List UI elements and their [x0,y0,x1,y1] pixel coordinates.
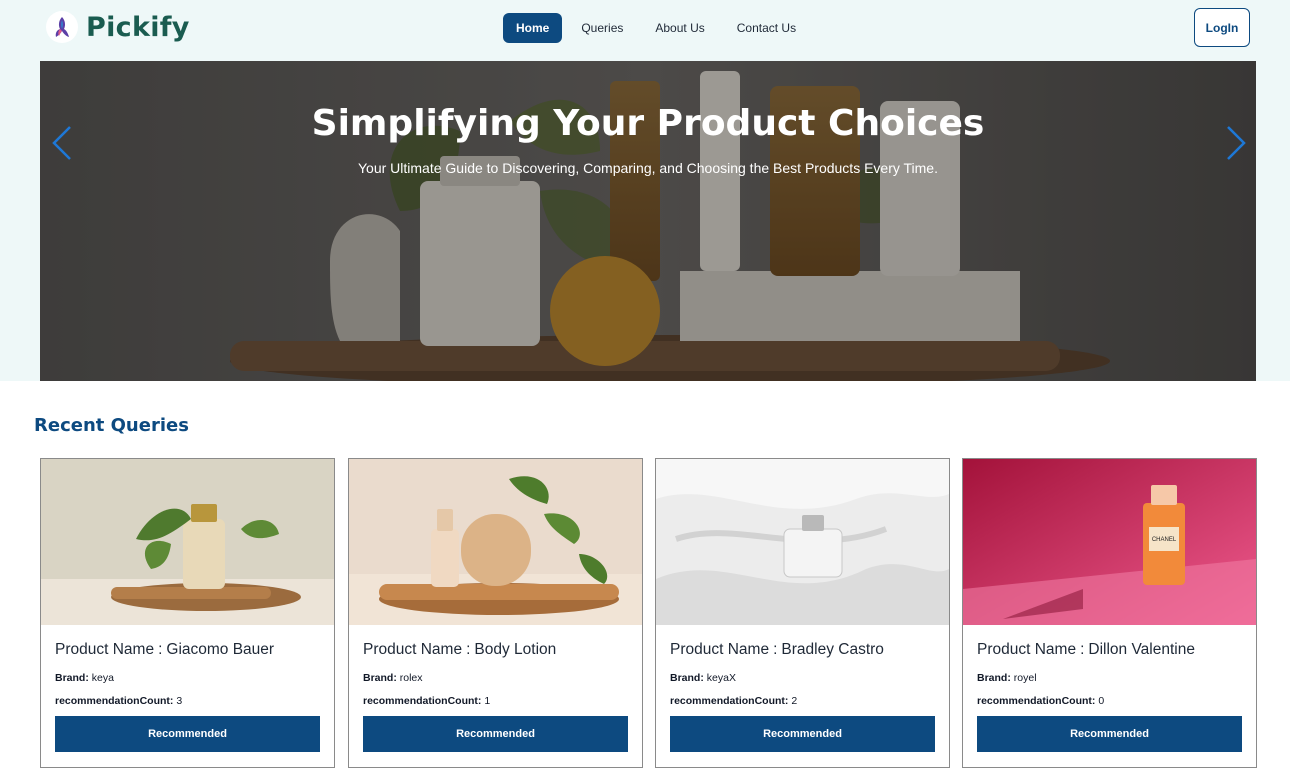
brand-name: Pickify [86,11,190,43]
card-brand: Brand: keya [55,672,114,684]
product-card: CHANEL Product Name: Dillon Valentine Bra… [962,458,1257,768]
card-title: Product Name: Giacomo Bauer [55,641,275,658]
hummingbird-icon [46,11,78,43]
nav-link-about-us[interactable]: About Us [642,13,717,43]
brand[interactable]: Pickify [46,11,190,43]
product-card: Product Name: Body Lotion Brand: rolex re… [348,458,643,768]
recent-queries-title: Recent Queries [34,415,189,436]
card-title: Product Name: Body Lotion [363,641,557,658]
card-recommendation-count: recommendationCount: 1 [363,695,491,707]
product-name: Bradley Castro [781,641,884,658]
product-image [41,459,334,625]
hero-subtitle: Your Ultimate Guide to Discovering, Comp… [358,160,938,176]
card-title: Product Name: Bradley Castro [670,641,884,658]
navbar: Pickify Home Queries About Us Contact Us… [0,0,1290,61]
recommended-button[interactable]: Recommended [977,716,1242,752]
bottle-label: CHANEL [1152,537,1177,543]
hero-title: Simplifying Your Product Choices [311,103,985,144]
product-name: Dillon Valentine [1088,641,1195,658]
card-recommendation-count: recommendationCount: 3 [55,695,183,707]
recommended-button[interactable]: Recommended [363,716,628,752]
card-brand: Brand: rolex [363,672,423,684]
product-image [656,459,949,625]
product-card: Product Name: Giacomo Bauer Brand: keya r… [40,458,335,768]
product-name: Giacomo Bauer [166,641,275,658]
card-recommendation-count: recommendationCount: 0 [977,695,1105,707]
card-brand: Brand: keyaX [670,672,736,684]
product-image [349,459,642,625]
nav-links: Home Queries About Us Contact Us [503,13,815,43]
nav-link-home[interactable]: Home [503,13,563,43]
nav-link-queries[interactable]: Queries [568,13,636,43]
nav-link-contact-us[interactable]: Contact Us [724,13,809,43]
recent-queries-grid: Product Name: Giacomo Bauer Brand: keya r… [40,458,1257,769]
recommended-button[interactable]: Recommended [55,716,320,752]
login-button[interactable]: LogIn [1194,8,1250,47]
card-title: Product Name: Dillon Valentine [977,641,1195,658]
hero-carousel: Simplifying Your Product Choices Your Ul… [40,61,1256,381]
card-brand: Brand: royel [977,672,1037,684]
chevron-left-icon[interactable] [46,123,76,163]
product-image: CHANEL [963,459,1256,625]
card-recommendation-count: recommendationCount: 2 [670,695,798,707]
product-name: Body Lotion [474,641,557,658]
chevron-right-icon[interactable] [1222,123,1252,163]
recommended-button[interactable]: Recommended [670,716,935,752]
product-card: Product Name: Bradley Castro Brand: keyaX… [655,458,950,768]
